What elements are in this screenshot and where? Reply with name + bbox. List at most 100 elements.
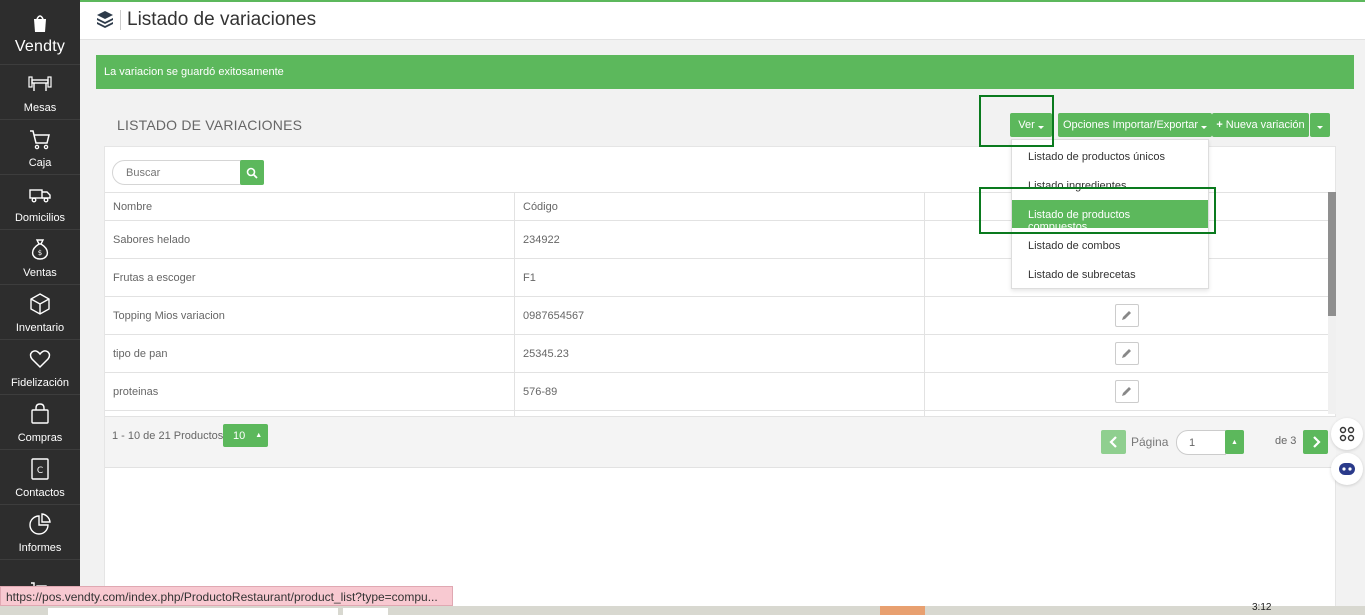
column-header-nombre[interactable]: Nombre: [105, 193, 515, 220]
cell-nombre: Topping Mios variacion: [105, 297, 515, 334]
plus-icon: +: [1216, 119, 1223, 131]
sidebar-item-compras[interactable]: Compras: [0, 395, 80, 450]
import-export-label: Opciones Importar/Exportar: [1062, 119, 1199, 131]
section-title: LISTADO DE VARIACIONES: [117, 117, 303, 133]
sidebar-item-label: Informes: [18, 542, 62, 554]
taskbar-item-active[interactable]: [880, 606, 925, 615]
pencil-icon: [1122, 387, 1131, 396]
menu-item-combos[interactable]: Listado de combos: [1012, 231, 1208, 259]
command-icon: [1339, 426, 1355, 442]
table-row: tipo de pan 25345.23: [105, 335, 1328, 373]
sidebar-item-caja[interactable]: Caja: [0, 120, 80, 175]
cell-codigo: 25345.23: [515, 335, 925, 372]
sidebar-item-domicilios[interactable]: Domicilios: [0, 175, 80, 230]
chevron-left-icon: [1108, 436, 1117, 448]
sidebar-item-label: Ventas: [23, 267, 57, 279]
apps-widget[interactable]: [1331, 418, 1363, 450]
results-summary: 1 - 10 de 21 Productos: [112, 430, 223, 442]
cell-codigo: F1: [515, 259, 925, 296]
search-button[interactable]: [240, 160, 264, 185]
sidebar-item-ventas[interactable]: $ Ventas: [0, 230, 80, 285]
sidebar-item-label: Fidelización: [10, 377, 70, 389]
sidebar-item-label: Inventario: [15, 322, 65, 334]
taskbar: 3:12: [0, 602, 1365, 615]
cube-stack-icon: [97, 11, 113, 28]
column-header-codigo[interactable]: Código: [515, 193, 925, 220]
next-page-button[interactable]: [1303, 430, 1328, 454]
sidebar-item-fidelizacion[interactable]: Fidelización: [0, 340, 80, 395]
prev-page-button[interactable]: [1101, 430, 1126, 454]
menu-item-subrecetas[interactable]: Listado de subrecetas: [1012, 260, 1208, 288]
sidebar-item-mesas[interactable]: Mesas: [0, 65, 80, 120]
vendty-logo-icon: [31, 13, 49, 36]
sidebar-item-label: Caja: [28, 157, 52, 169]
cell-nombre: Sabores helado: [105, 221, 515, 258]
page-header: Listado de variaciones: [80, 2, 1365, 40]
cell-codigo: 234922: [515, 221, 925, 258]
page-number-spinner[interactable]: ▲: [1225, 430, 1244, 454]
pencil-icon: [1122, 311, 1131, 320]
taskbar-item[interactable]: [48, 608, 338, 615]
sidebar-item-label: Contactos: [15, 487, 65, 499]
sidebar-item-informes[interactable]: Informes: [0, 505, 80, 560]
cell-actions: [925, 297, 1328, 334]
caret-up-icon: ▲: [1231, 438, 1238, 446]
pie-chart-icon: [29, 513, 51, 535]
sidebar: Vendty Mesas Caja Domicilios $ Ventas In…: [0, 0, 80, 615]
link-status-bar: https://pos.vendty.com/index.php/Product…: [0, 586, 453, 606]
sidebar-item-label: Domicilios: [14, 212, 66, 224]
cart-icon: [30, 130, 50, 150]
delivery-truck-icon: [29, 189, 51, 203]
results-summary-text: 1 - 10 de 21 Productos: [112, 430, 224, 442]
box-icon: [30, 293, 50, 315]
search-input[interactable]: [112, 160, 242, 185]
import-export-button[interactable]: Opciones Importar/Exportar: [1058, 113, 1212, 137]
table-row: proteinas 576-89: [105, 373, 1328, 411]
shopping-bag-icon: [31, 403, 49, 424]
svg-text:C: C: [37, 466, 43, 476]
scrollbar-thumb[interactable]: [1328, 192, 1336, 316]
cell-nombre: tipo de pan: [105, 335, 515, 372]
bot-face-icon: [1339, 463, 1355, 475]
edit-button[interactable]: [1114, 380, 1139, 403]
cell-codigo: 576-89: [515, 373, 925, 410]
assistant-widget[interactable]: [1331, 453, 1363, 485]
pencil-icon: [1122, 349, 1131, 358]
sidebar-item-contactos[interactable]: C Contactos: [0, 450, 80, 505]
page-number-input[interactable]: 1: [1176, 430, 1226, 455]
sidebar-item-label: Mesas: [23, 102, 57, 114]
page-label: Página: [1131, 435, 1169, 449]
svg-text:$: $: [38, 249, 42, 257]
cell-nombre: Frutas a escoger: [105, 259, 515, 296]
highlight-compuestos-item: [979, 187, 1216, 234]
highlight-ver-button: [979, 95, 1054, 147]
search-bar: [112, 160, 264, 185]
money-bag-icon: $: [31, 239, 49, 260]
success-alert: La variacion se guardó exitosamente: [96, 55, 1354, 89]
new-variation-label: Nueva variación: [1225, 119, 1305, 131]
cell-nombre: proteinas: [105, 373, 515, 410]
new-variation-dropdown-toggle[interactable]: [1310, 113, 1330, 137]
caret-up-icon: ▲: [255, 432, 263, 439]
sidebar-item-inventario[interactable]: Inventario: [0, 285, 80, 340]
heart-icon: [29, 350, 51, 369]
cell-codigo: 0987654567: [515, 297, 925, 334]
vendty-logo[interactable]: Vendty: [0, 0, 80, 65]
page-size-select[interactable]: 10 ▲: [223, 424, 268, 447]
tables-icon: [28, 76, 52, 91]
taskbar-clock: 3:12: [1252, 602, 1272, 613]
table-row: Topping Mios variacion 0987654567: [105, 297, 1328, 335]
edit-button[interactable]: [1114, 342, 1139, 365]
header-divider: [120, 10, 121, 30]
taskbar-item[interactable]: [343, 608, 388, 615]
total-pages: de 3: [1275, 435, 1297, 447]
cell-actions: [925, 335, 1328, 372]
caret-down-icon: [1201, 125, 1208, 129]
new-variation-button[interactable]: + Nueva variación: [1212, 113, 1309, 137]
cell-actions: [925, 373, 1328, 410]
brand-name: Vendty: [14, 37, 66, 55]
edit-button[interactable]: [1114, 304, 1139, 327]
caret-down-icon: [1317, 125, 1323, 129]
chevron-right-icon: [1312, 436, 1321, 448]
sidebar-item-label: Compras: [17, 432, 63, 444]
